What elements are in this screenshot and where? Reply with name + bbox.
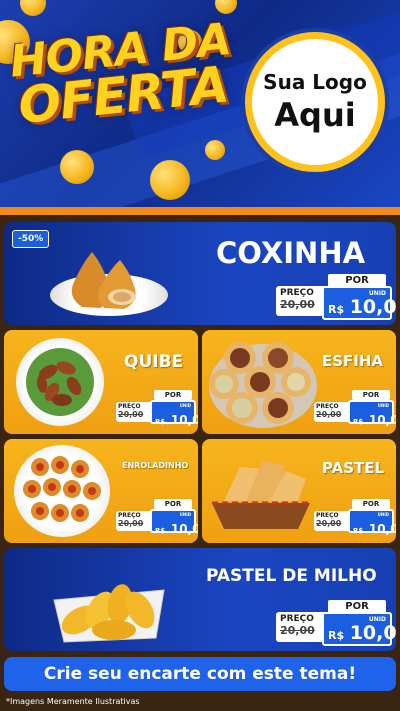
old-price-value: 20,00 [316, 410, 342, 419]
logo-placeholder: Sua Logo Aqui [245, 32, 385, 172]
enroladinho-food-image [23, 456, 101, 522]
product-name: PASTEL DE MILHO [206, 566, 377, 586]
old-price: PREÇO 20,00 [314, 511, 350, 531]
disclaimer-text: *Imagens Meramente Ilustrativas [6, 697, 140, 706]
price-value: 10,00 [170, 413, 198, 427]
por-label: POR [154, 390, 192, 400]
product-name: ENROLADINHO [122, 461, 189, 470]
currency-symbol: R$ [328, 303, 345, 316]
product-card-esfiha: ESFIHA POR PREÇO 20,00 R$ 10,00 UNID [202, 330, 396, 434]
unit-label: UNID [368, 290, 386, 297]
preco-label: PREÇO [118, 403, 141, 410]
header-divider [0, 207, 400, 215]
product-card-quibe: QUIBE POR PREÇO 20,00 R$ 10,00 UNID [4, 330, 198, 434]
new-price: R$ 10,00 UNID [348, 509, 396, 536]
price-tag: POR PREÇO 20,00 R$ 10,00 UNID [314, 499, 396, 536]
price-value: 10,00 [368, 413, 396, 427]
price-value: 10,00 [170, 522, 198, 536]
new-price: R$ 10,00 UNID [322, 286, 396, 320]
price-tag: POR PREÇO 20,00 R$ 10,00 UNID [276, 274, 396, 320]
currency-symbol: R$ [353, 527, 364, 535]
old-price: PREÇO 20,00 [314, 402, 350, 422]
price-value: 10,00 [349, 622, 396, 644]
coin-decoration [20, 0, 46, 16]
unit-label: UNID [179, 512, 191, 517]
new-price: R$ 10,00 UNID [348, 400, 396, 427]
new-price: R$ 10,00 UNID [150, 400, 198, 427]
preco-label: PREÇO [316, 512, 339, 519]
por-label: POR [154, 499, 192, 509]
quibe-food-image [26, 348, 94, 416]
por-label: POR [352, 390, 390, 400]
preco-label: PREÇO [118, 512, 141, 519]
promo-title: HORA DA OFERTA [7, 14, 241, 135]
unit-label: UNID [377, 403, 389, 408]
coin-decoration [60, 150, 94, 184]
promo-header: HORA DA OFERTA Sua Logo Aqui [0, 0, 400, 215]
logo-text-line1: Sua Logo [263, 70, 367, 94]
new-price: R$ 10,00 UNID [322, 612, 396, 646]
product-name: PASTEL [322, 459, 385, 477]
new-price: R$ 10,00 UNID [150, 509, 198, 536]
unit-label: UNID [368, 616, 386, 623]
preco-label: PREÇO [280, 614, 314, 624]
preco-label: PREÇO [316, 403, 339, 410]
currency-symbol: R$ [353, 418, 364, 426]
currency-symbol: R$ [155, 418, 166, 426]
old-price: PREÇO 20,00 [276, 286, 326, 316]
logo-text-line2: Aqui [274, 96, 356, 134]
product-name: COXINHA [216, 236, 366, 270]
cta-banner[interactable]: Crie seu encarte com este tema! [4, 657, 396, 691]
price-value: 10,00 [349, 296, 396, 318]
product-card-coxinha: -50% COXINHA POR PREÇO 20,00 R$ 10,00 UN… [4, 222, 396, 325]
unit-label: UNID [377, 512, 389, 517]
old-price: PREÇO 20,00 [276, 612, 326, 642]
product-name: ESFIHA [322, 352, 384, 370]
currency-symbol: R$ [328, 629, 345, 642]
por-label: POR [352, 499, 390, 509]
old-price-value: 20,00 [118, 410, 144, 419]
product-card-enroladinho: ENROLADINHO POR PREÇO 20,00 R$ 10,00 UNI… [4, 439, 198, 543]
old-price-value: 20,00 [280, 298, 315, 311]
old-price-value: 20,00 [118, 519, 144, 528]
pastel-milho-food-image [53, 584, 165, 643]
price-value: 10,00 [368, 522, 396, 536]
preco-label: PREÇO [280, 288, 314, 298]
coin-decoration [150, 160, 190, 200]
product-name: QUIBE [124, 352, 184, 372]
old-price: PREÇO 20,00 [116, 402, 152, 422]
discount-badge: -50% [12, 230, 50, 248]
product-card-pastel: PASTEL POR PREÇO 20,00 R$ 10,00 UNID [202, 439, 396, 543]
coin-decoration [205, 140, 225, 160]
price-tag: POR PREÇO 20,00 R$ 10,00 UNID [116, 390, 198, 427]
old-price: PREÇO 20,00 [116, 511, 152, 531]
coxinha-food-image [71, 252, 136, 309]
product-card-pastel-de-milho: PASTEL DE MILHO POR PREÇO 20,00 R$ 10,00… [4, 548, 396, 651]
unit-label: UNID [179, 403, 191, 408]
old-price-value: 20,00 [280, 624, 315, 637]
coin-decoration [215, 0, 237, 14]
price-tag: POR PREÇO 20,00 R$ 10,00 UNID [116, 499, 198, 536]
esfiha-food-image [209, 342, 317, 428]
pastel-food-image [212, 461, 310, 529]
price-tag: POR PREÇO 20,00 R$ 10,00 UNID [276, 600, 396, 646]
currency-symbol: R$ [155, 527, 166, 535]
old-price-value: 20,00 [316, 519, 342, 528]
price-tag: POR PREÇO 20,00 R$ 10,00 UNID [314, 390, 396, 427]
